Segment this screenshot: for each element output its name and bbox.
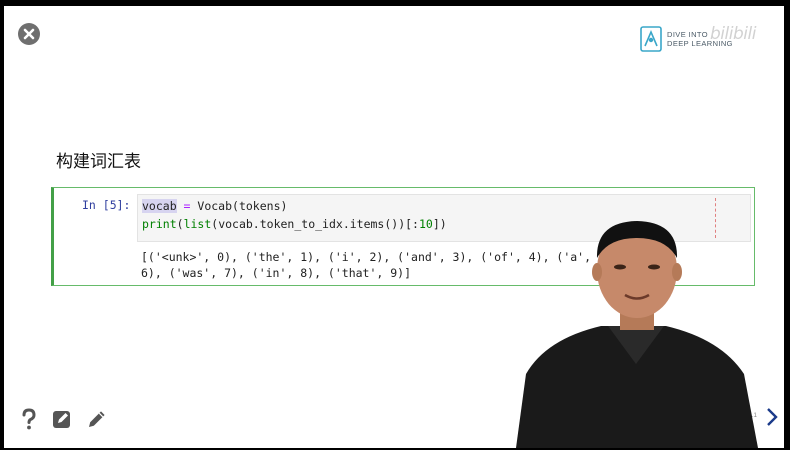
code-token-end: ]) xyxy=(432,217,447,231)
code-token-builtin-print: print xyxy=(142,217,177,231)
bilibili-watermark: bilibili xyxy=(710,24,756,44)
chevron-right-icon[interactable] xyxy=(765,407,779,427)
code-token-paren: ( xyxy=(176,217,184,231)
edit-square-icon xyxy=(53,411,70,428)
code-token-call: Vocab(tokens) xyxy=(197,199,288,213)
code-token-number: 10 xyxy=(418,217,433,231)
code-token-operator: = xyxy=(176,199,198,213)
presenter-video-overlay xyxy=(516,221,758,448)
d2l-logo-icon xyxy=(640,26,662,52)
close-button[interactable] xyxy=(18,23,40,45)
question-mark-icon xyxy=(22,408,36,430)
output-line-2: 6), ('was', 7), ('in', 8), ('that', 9)] xyxy=(141,266,412,280)
code-line-2: print(list(vocab.token_to_idx.items())[:… xyxy=(142,217,447,231)
slide-canvas: DIVE INTO DEEP LEARNING bilibili 构建词汇表 I… xyxy=(4,6,784,448)
annotate-button[interactable] xyxy=(86,408,108,430)
slide-title: 构建词汇表 xyxy=(56,152,141,172)
help-button[interactable] xyxy=(18,408,40,430)
pencil-icon xyxy=(89,411,105,427)
cell-prompt: In [5]: xyxy=(82,198,131,212)
edit-button[interactable] xyxy=(51,408,73,430)
code-token-builtin-list: list xyxy=(183,217,212,231)
code-token-expression: (vocab.token_to_idx.items())[: xyxy=(211,217,419,231)
code-token-selected: vocab xyxy=(142,199,177,213)
close-icon xyxy=(23,28,35,40)
code-line-1: vocab = Vocab(tokens) xyxy=(142,199,287,213)
